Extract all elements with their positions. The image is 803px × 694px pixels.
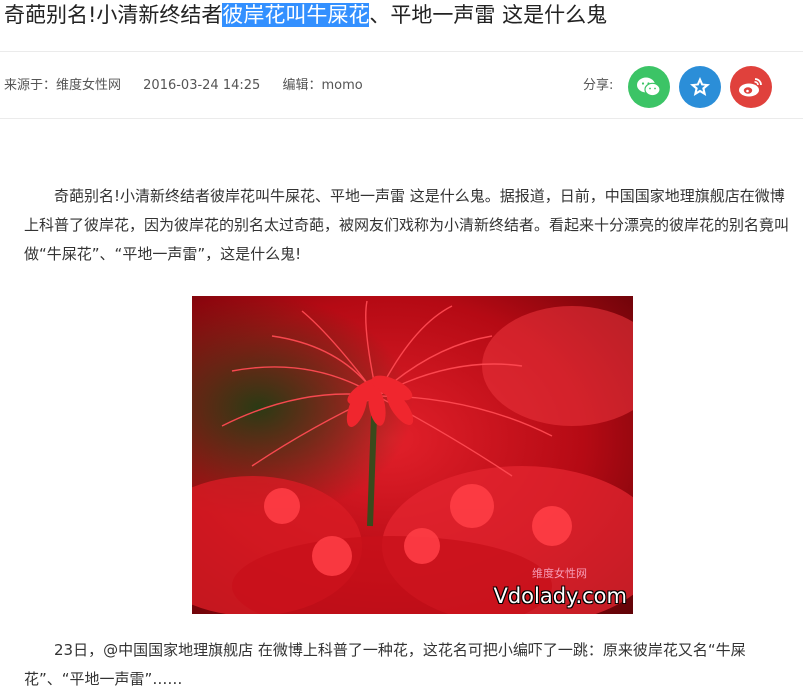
image-watermark-cn: 维度女性网: [532, 567, 587, 580]
star-icon: [690, 77, 710, 96]
weibo-icon: [739, 78, 762, 97]
meta-divider: [0, 118, 803, 119]
article-meta: 来源于：维度女性网 2016-03-24 14:25 编辑：momo: [4, 76, 381, 96]
article-image: 维度女性网 Vdolady.com: [192, 296, 633, 614]
share-favorite-button[interactable]: [679, 66, 721, 108]
image-watermark: Vdolady.com: [493, 584, 627, 608]
share-weibo-button[interactable]: [730, 66, 772, 108]
source-label: 来源于：维度女性网: [4, 78, 122, 93]
title-divider: [0, 51, 803, 52]
editor-label: 编辑：momo: [282, 78, 363, 93]
body-paragraph-1: 奇葩别名!小清新终结者彼岸花叫牛屎花、平地一声雷 这是什么鬼。据报道，日前，中国…: [24, 187, 790, 263]
article-title: 奇葩别名!小清新终结者彼岸花叫牛屎花、平地一声雷 这是什么鬼: [4, 0, 607, 30]
body-paragraph-2: 23日，@中国国家地理旗舰店 在微博上科普了一种花，这花名可把小编吓了一跳：原来…: [24, 641, 746, 688]
publish-datetime: 2016-03-24 14:25: [143, 78, 261, 93]
share-wechat-button[interactable]: [628, 66, 670, 108]
wechat-icon: [637, 77, 661, 97]
share-label: 分享:: [583, 78, 614, 93]
title-text-before: 奇葩别名!小清新终结者: [4, 3, 223, 27]
title-selected-text[interactable]: 彼岸花叫牛屎花: [222, 3, 370, 27]
title-text-after: 、平地一声雷 这是什么鬼: [369, 3, 608, 27]
